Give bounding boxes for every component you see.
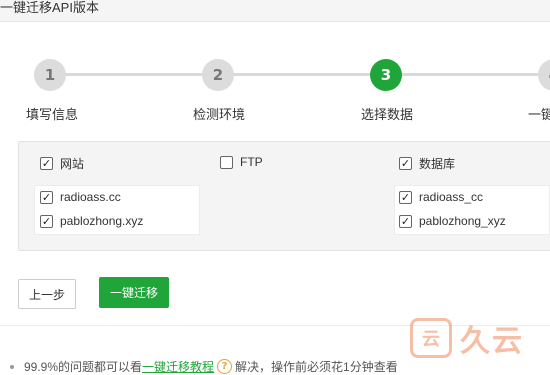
checkbox-box[interactable] — [40, 214, 53, 228]
migrate-button[interactable]: 一键迁移 — [99, 277, 169, 308]
website-item-name: pablozhong.xyz — [60, 214, 144, 228]
step-2-label: 检测环境 — [193, 107, 246, 122]
database-label: 数据库 — [419, 157, 456, 171]
website-item-name: radioass.cc — [60, 190, 121, 204]
database-item-name: pablozhong_xyz — [419, 214, 506, 228]
prev-step-button[interactable]: 上一步 — [18, 279, 76, 309]
step-connector-2-3 — [234, 73, 372, 76]
step-4-label: 一键 — [528, 107, 550, 122]
tip-text-after: 解决，操作前必须花1分钟查看 — [235, 360, 398, 374]
checkbox-box[interactable] — [399, 157, 412, 170]
checkbox-box[interactable] — [399, 214, 412, 228]
step-3-circle: 3 — [370, 59, 402, 91]
tip-text-before: 99.9%的问题都可以看 — [24, 360, 143, 374]
watermark-logo: 云 久云 — [410, 316, 524, 360]
help-tip: 99.9%的问题都可以看 一键迁移教程 ? 解决，操作前必须花1分钟查看 — [10, 358, 398, 375]
step-1-label: 填写信息 — [26, 107, 79, 122]
website-item[interactable]: pablozhong.xyz — [40, 214, 143, 228]
checkbox-box[interactable] — [40, 157, 53, 170]
ftp-label: FTP — [240, 155, 263, 169]
checkbox-box[interactable] — [220, 155, 233, 169]
step-connector-1-2 — [66, 73, 204, 76]
cloud-logo-icon: 云 — [410, 318, 452, 358]
step-4-circle: 4 — [538, 59, 550, 91]
website-item[interactable]: radioass.cc — [40, 190, 121, 204]
step-3-label: 选择数据 — [361, 107, 414, 122]
step-connector-3-4 — [402, 73, 542, 76]
window-titlebar: 一键迁移API版本 — [0, 0, 550, 22]
step-1-circle: 1 — [34, 59, 66, 91]
database-item-name: radioass_cc — [419, 190, 484, 204]
database-item[interactable]: radioass_cc — [399, 190, 483, 204]
ftp-checkbox[interactable]: FTP — [220, 155, 263, 169]
bullet — [10, 364, 14, 369]
question-icon[interactable]: ? — [217, 359, 233, 374]
tutorial-link[interactable]: 一键迁移教程 — [142, 358, 214, 375]
website-label: 网站 — [60, 157, 85, 171]
checkbox-box[interactable] — [40, 190, 53, 204]
watermark-text: 久云 — [460, 325, 524, 358]
step-2-circle: 2 — [202, 59, 234, 91]
website-checkbox[interactable]: 网站 — [40, 155, 84, 172]
database-checkbox[interactable]: 数据库 — [399, 155, 455, 172]
window-title: 一键迁移API版本 — [0, 0, 99, 15]
database-item[interactable]: pablozhong_xyz — [399, 214, 506, 228]
checkbox-box[interactable] — [399, 190, 412, 204]
